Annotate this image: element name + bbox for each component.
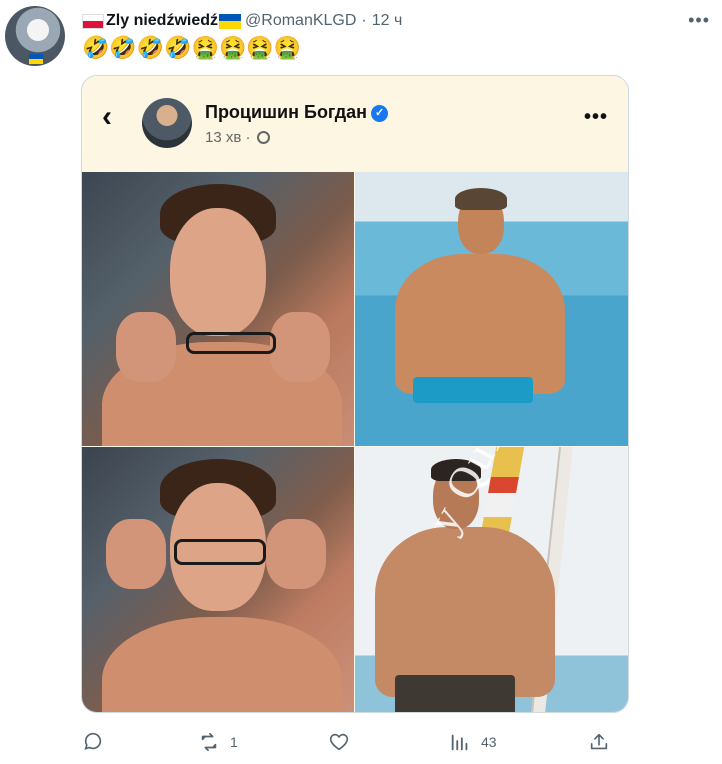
views-button[interactable]: 43 <box>449 728 497 756</box>
face-shape <box>170 208 266 336</box>
share-button[interactable] <box>588 728 620 756</box>
embedded-more-icon: ••• <box>583 106 608 128</box>
retweet-button[interactable]: 1 <box>198 728 238 756</box>
torso-shape <box>102 617 342 712</box>
author-handle[interactable]: @RomanKLGD <box>245 12 356 30</box>
tweet-actions: 1 43 <box>82 728 622 756</box>
retweet-count: 1 <box>230 734 238 750</box>
hand-shape <box>116 312 176 382</box>
body-shape <box>375 527 555 697</box>
meme-panel-bottom-left <box>82 447 354 712</box>
ukraine-flag-badge <box>29 54 43 64</box>
swim-trunks-shape <box>395 675 515 712</box>
embedded-author-name: Процишин Богдан ✓ <box>205 102 389 123</box>
poland-flag-icon <box>82 13 104 29</box>
more-options-icon[interactable]: ••• <box>688 10 710 31</box>
ukraine-flag-icon <box>219 13 242 29</box>
swim-trunks-shape <box>413 377 533 403</box>
glasses-shape <box>174 539 266 565</box>
hand-shape <box>270 312 330 382</box>
views-chart-icon <box>451 734 468 751</box>
hair-shape <box>455 188 507 210</box>
author-name[interactable]: Zly niedźwiedź <box>106 12 218 30</box>
embedded-post-time: 13 хв <box>205 129 242 146</box>
body-shape <box>395 254 565 394</box>
embedded-author-avatar <box>142 98 192 148</box>
separator-dot: · <box>361 12 367 29</box>
heart-icon <box>329 733 349 751</box>
meme-panel-bottom-right: y Quinn <box>355 447 628 712</box>
globe-icon <box>256 131 270 144</box>
embedded-separator: · <box>245 129 251 146</box>
meme-panel-top-right <box>355 172 628 446</box>
tweet-media[interactable]: ‹ Процишин Богдан ✓ 13 хв · ••• y Quinn <box>81 75 629 713</box>
glasses-shape <box>186 332 276 354</box>
back-arrow-icon: ‹ <box>102 100 112 133</box>
author-avatar[interactable] <box>5 6 65 66</box>
like-button[interactable] <box>328 728 360 756</box>
share-icon <box>590 733 608 750</box>
retweet-icon <box>201 732 217 752</box>
verified-badge-icon: ✓ <box>371 105 389 122</box>
reply-icon <box>84 732 102 750</box>
embedded-author-name-text: Процишин Богдан <box>205 102 368 122</box>
meme-panel-top-left <box>82 172 354 446</box>
embedded-post-meta: 13 хв · <box>205 129 270 146</box>
tweet-text: 🤣🤣🤣🤣🤮🤮🤮🤮 <box>82 35 302 60</box>
hand-shape <box>106 519 166 589</box>
embedded-post-header: ‹ Процишин Богдан ✓ 13 хв · ••• <box>82 76 628 172</box>
tweet-timestamp[interactable]: 12 ч <box>372 12 403 30</box>
views-count: 43 <box>481 734 497 750</box>
meme-grid: y Quinn <box>82 172 628 712</box>
reply-button[interactable] <box>82 728 114 756</box>
tweet-header: Zly niedźwiedź @RomanKLGD · 12 ч <box>82 10 402 32</box>
hand-shape <box>266 519 326 589</box>
